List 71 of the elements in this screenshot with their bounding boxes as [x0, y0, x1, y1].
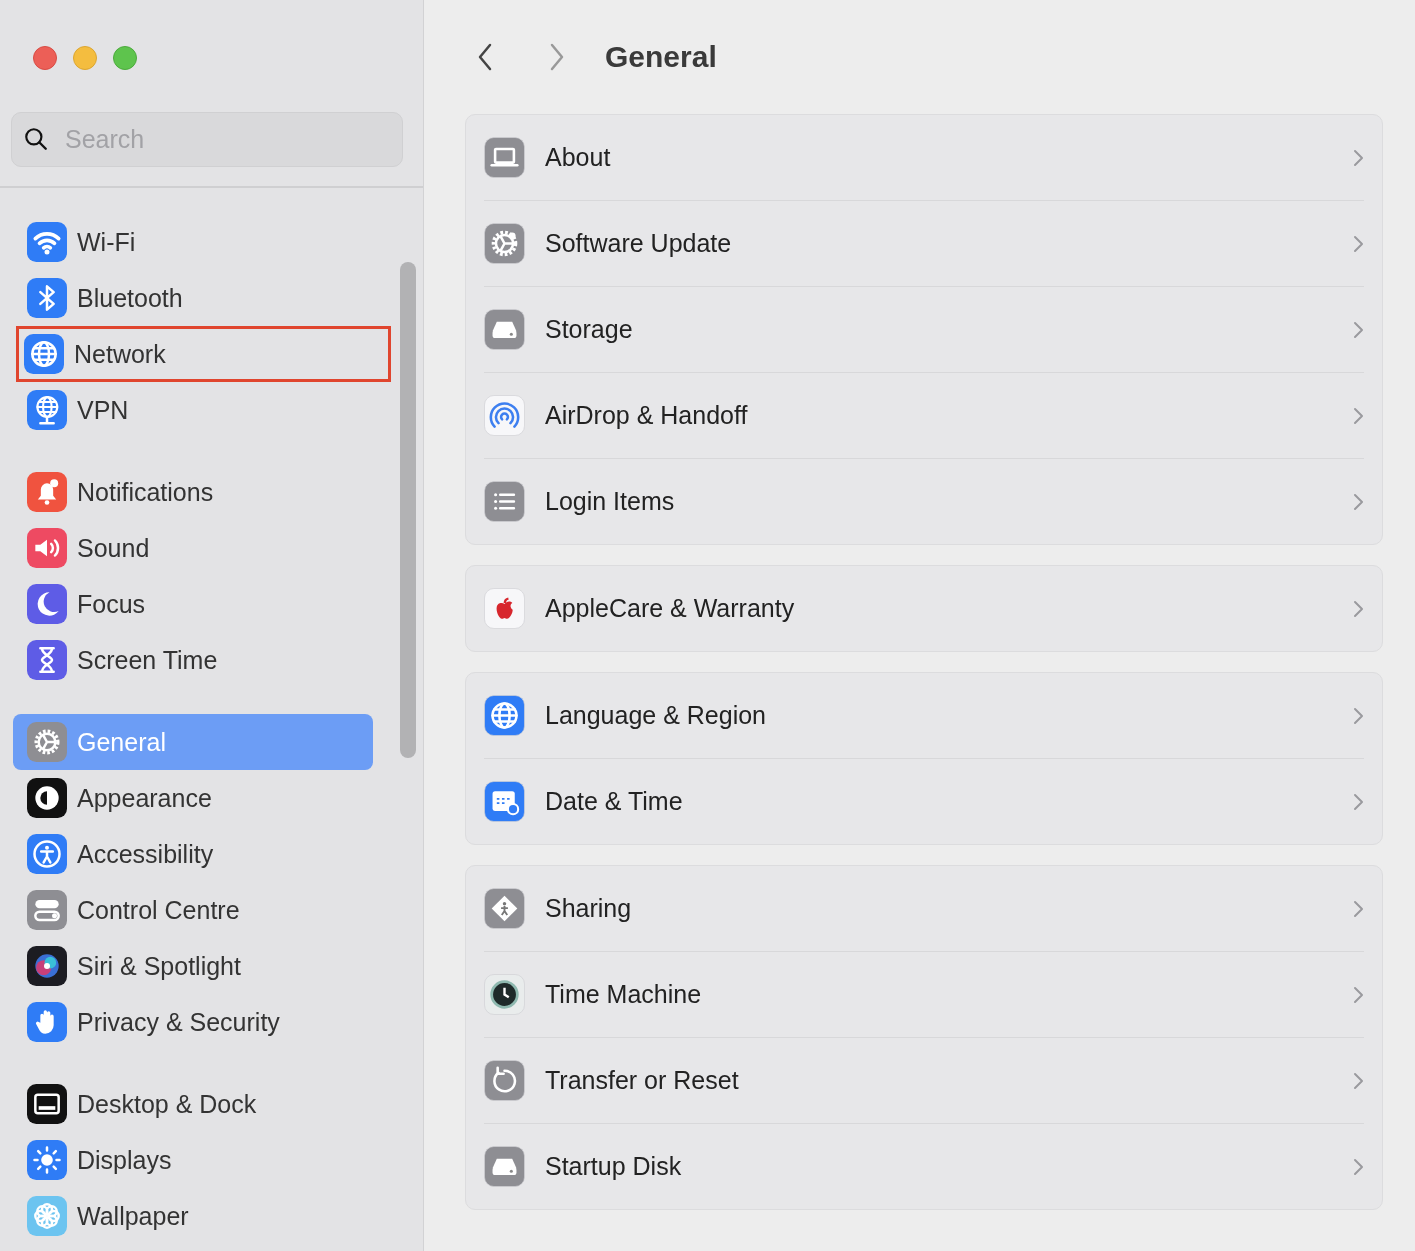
chevron-icon: [1352, 1156, 1364, 1177]
drive-icon: [484, 1146, 525, 1187]
settings-row[interactable]: Startup Disk: [484, 1124, 1364, 1209]
sidebar-item[interactable]: Focus: [13, 576, 373, 632]
moon-icon: [27, 584, 67, 624]
chevron-icon: [1352, 491, 1364, 512]
apple-icon: [484, 588, 525, 629]
sidebar-item[interactable]: Appearance: [13, 770, 373, 826]
calendar-icon: [484, 781, 525, 822]
clock-icon: [484, 974, 525, 1015]
chevron-icon: [1352, 233, 1364, 254]
dock-icon: [27, 1084, 67, 1124]
chevron-icon: [1352, 405, 1364, 426]
chevron-icon: [1352, 705, 1364, 726]
scrollbar[interactable]: [400, 262, 416, 758]
drive-icon: [484, 309, 525, 350]
accessibility-icon: [27, 834, 67, 874]
settings-row[interactable]: AirDrop & Handoff: [484, 373, 1364, 459]
settings-row[interactable]: Date & Time: [484, 759, 1364, 844]
laptop-icon: [484, 137, 525, 178]
toggles-icon: [27, 890, 67, 930]
sidebar-item[interactable]: VPN: [13, 382, 373, 438]
globe-stand-icon: [27, 390, 67, 430]
chevron-icon: [1352, 1070, 1364, 1091]
settings-row[interactable]: Sharing: [484, 866, 1364, 952]
sidebar-item[interactable]: Siri & Spotlight: [13, 938, 373, 994]
globe-icon: [484, 695, 525, 736]
flower-icon: [27, 1196, 67, 1236]
settings-row[interactable]: About: [484, 115, 1364, 201]
wifi-icon: [27, 222, 67, 262]
chevron-icon: [1352, 984, 1364, 1005]
globe-icon: [24, 334, 64, 374]
list-icon: [484, 481, 525, 522]
hourglass-icon: [27, 640, 67, 680]
minimize-button[interactable]: [73, 46, 97, 70]
sun-icon: [27, 1140, 67, 1180]
settings-row[interactable]: Time Machine: [484, 952, 1364, 1038]
sidebar-item[interactable]: Privacy & Security: [13, 994, 373, 1050]
zoom-button[interactable]: [113, 46, 137, 70]
sidebar-item[interactable]: Network: [16, 326, 391, 382]
settings-row[interactable]: Language & Region: [484, 673, 1364, 759]
settings-row[interactable]: Login Items: [484, 459, 1364, 544]
sidebar-item[interactable]: Wallpaper: [13, 1188, 373, 1244]
chevron-icon: [1352, 319, 1364, 340]
chevron-icon: [1352, 791, 1364, 812]
chevron-icon: [1352, 598, 1364, 619]
sidebar-item[interactable]: Control Centre: [13, 882, 373, 938]
orb-icon: [27, 946, 67, 986]
close-button[interactable]: [33, 46, 57, 70]
page-title: General: [605, 40, 717, 74]
bell-icon: [27, 472, 67, 512]
sidebar-item[interactable]: Desktop & Dock: [13, 1076, 373, 1132]
sidebar-item[interactable]: Bluetooth: [13, 270, 373, 326]
settings-row[interactable]: Software Update: [484, 201, 1364, 287]
sidebar-item[interactable]: Sound: [13, 520, 373, 576]
sidebar-item[interactable]: Screen Time: [13, 632, 373, 688]
gear-icon: [27, 722, 67, 762]
settings-row[interactable]: Storage: [484, 287, 1364, 373]
signal-rings-icon: [484, 395, 525, 436]
settings-row[interactable]: AppleCare & Warranty: [484, 566, 1364, 651]
speaker-icon: [27, 528, 67, 568]
sidebar-item[interactable]: Displays: [13, 1132, 373, 1188]
chevron-icon: [1352, 898, 1364, 919]
hand-icon: [27, 1002, 67, 1042]
gear-icon: [484, 223, 525, 264]
sidebar-item[interactable]: Notifications: [13, 464, 373, 520]
chevron-icon: [1352, 147, 1364, 168]
bluetooth-icon: [27, 278, 67, 318]
sidebar-item[interactable]: Wi-Fi: [13, 214, 373, 270]
settings-row[interactable]: Transfer or Reset: [484, 1038, 1364, 1124]
sidebar-item[interactable]: Accessibility: [13, 826, 373, 882]
